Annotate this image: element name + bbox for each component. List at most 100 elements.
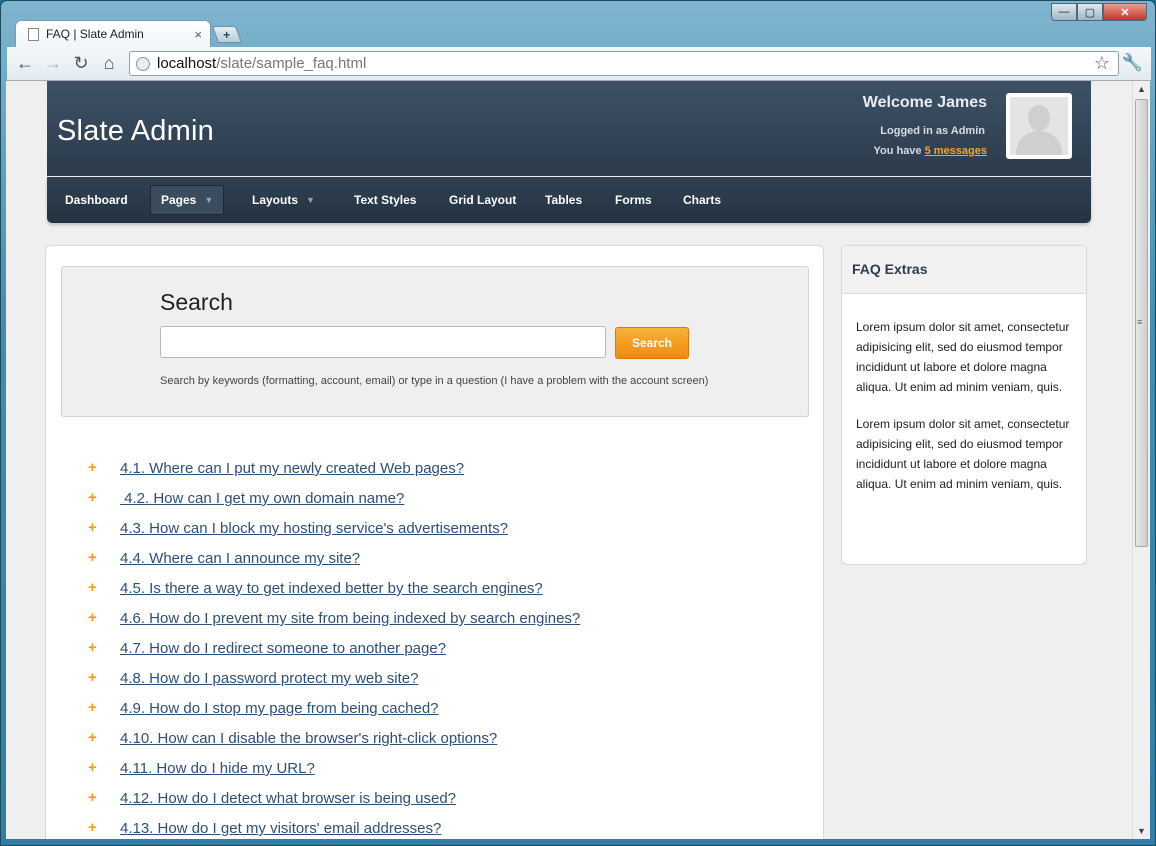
nav-layouts[interactable]: Layouts ▼ (242, 185, 325, 215)
new-tab-button[interactable]: + (211, 26, 243, 43)
list-item: +4.4. Where can I announce my site? (88, 550, 580, 580)
list-item: +4.7. How do I redirect someone to anoth… (88, 640, 580, 670)
nav-label: Layouts (252, 193, 299, 207)
main-nav: Dashboard Pages ▼ Layouts ▼ Text Styles Gr… (47, 177, 1091, 223)
plus-icon: + (88, 819, 97, 836)
plus-icon: + (88, 639, 97, 656)
browser-tab[interactable]: FAQ | Slate Admin × (15, 20, 211, 47)
sidebar-paragraph: Lorem ipsum dolor sit amet, consectetur … (856, 417, 1070, 491)
nav-charts[interactable]: Charts (673, 185, 731, 215)
list-item: +4.10. How can I disable the browser's r… (88, 730, 580, 760)
scroll-down-icon[interactable]: ▼ (1133, 823, 1150, 839)
search-button[interactable]: Search (615, 327, 689, 359)
nav-label: Charts (683, 193, 722, 207)
list-item: +4.13. How do I get my visitors' email a… (88, 820, 580, 839)
faq-link[interactable]: 4.10. How can I disable the browser's ri… (120, 730, 497, 747)
nav-label: Text Styles (354, 193, 417, 207)
nav-forms[interactable]: Forms (605, 185, 662, 215)
nav-label: Pages (161, 193, 197, 207)
nav-tables[interactable]: Tables (535, 185, 592, 215)
grip-icon: ≡ (1137, 317, 1142, 327)
nav-pages[interactable]: Pages ▼ (150, 185, 225, 215)
nav-label: Tables (545, 193, 583, 207)
chevron-down-icon: ▼ (204, 195, 214, 205)
nav-label: Forms (615, 193, 652, 207)
welcome-text: Welcome James (862, 94, 987, 111)
minimize-button[interactable]: — (1051, 3, 1077, 21)
messages-text: You have 5 messages (873, 145, 987, 157)
messages-prefix: You have (873, 145, 925, 157)
faq-link[interactable]: 4.7. How do I redirect someone to anothe… (120, 640, 446, 657)
plus-icon: + (88, 549, 97, 566)
faq-extras-panel: FAQ Extras Lorem ipsum dolor sit amet, c… (841, 245, 1087, 565)
faq-panel: Search Search Search by keywords (format… (45, 245, 824, 839)
faq-link[interactable]: 4.1. Where can I put my newly created We… (120, 460, 464, 477)
faq-link[interactable]: 4.12. How do I detect what browser is be… (120, 790, 456, 807)
sidebar-paragraph: Lorem ipsum dolor sit amet, consectetur … (856, 320, 1070, 394)
maximize-button[interactable]: ▢ (1077, 3, 1103, 21)
faq-link[interactable]: 4.6. How do I prevent my site from being… (120, 610, 580, 627)
list-item: +4.11. How do I hide my URL? (88, 760, 580, 790)
logged-in-text: Logged in as Admin (880, 125, 985, 137)
nav-dashboard[interactable]: Dashboard (55, 185, 138, 215)
faq-link[interactable]: 4.3. How can I block my hosting service'… (120, 520, 508, 537)
close-window-button[interactable]: ✕ (1103, 3, 1147, 21)
list-item: +4.3. How can I block my hosting service… (88, 520, 580, 550)
scroll-up-icon[interactable]: ▲ (1133, 81, 1150, 97)
plus-icon: + (88, 759, 97, 776)
faq-link[interactable]: 4.4. Where can I announce my site? (120, 550, 360, 567)
list-item: +4.12. How do I detect what browser is b… (88, 790, 580, 820)
search-title: Search (160, 289, 233, 315)
faq-list: +4.1. Where can I put my newly created W… (88, 460, 580, 839)
bookmark-star-icon[interactable]: ☆ (1094, 53, 1110, 74)
wrench-icon[interactable]: 🔧 (1122, 53, 1143, 73)
globe-icon (136, 56, 150, 71)
faq-link[interactable]: 4.9. How do I stop my page from being ca… (120, 700, 439, 717)
search-hint: Search by keywords (formatting, account,… (160, 375, 709, 387)
faq-link[interactable]: 4.2. How can I get my own domain name? (120, 490, 404, 507)
nav-grid-layout[interactable]: Grid Layout (439, 185, 526, 215)
search-box: Search Search Search by keywords (format… (61, 266, 809, 417)
home-icon[interactable]: ⌂ (97, 53, 121, 74)
nav-text-styles[interactable]: Text Styles (344, 185, 426, 215)
browser-toolbar: ← → ↻ ⌂ localhost/slate/sample_faq.html … (7, 47, 1151, 81)
tab-close-icon[interactable]: × (194, 27, 202, 42)
faq-link[interactable]: 4.13. How do I get my visitors' email ad… (120, 820, 441, 837)
site-header: Slate Admin Welcome James Logged in as A… (47, 81, 1091, 176)
url-host: localhost (157, 55, 217, 72)
url-path: /slate/sample_faq.html (216, 55, 367, 72)
vertical-scrollbar[interactable]: ▲ ≡ ▼ (1132, 81, 1150, 839)
reload-icon[interactable]: ↻ (69, 53, 93, 74)
site-logo[interactable]: Slate Admin (57, 115, 214, 148)
tab-title: FAQ | Slate Admin (46, 27, 144, 41)
address-bar[interactable]: localhost/slate/sample_faq.html ☆ (129, 51, 1119, 76)
plus-icon: + (88, 489, 97, 506)
forward-icon[interactable]: → (41, 53, 65, 74)
nav-label: Grid Layout (449, 193, 517, 207)
list-item: +4.5. Is there a way to get indexed bett… (88, 580, 580, 610)
window-controls: — ▢ ✕ (1051, 3, 1147, 21)
list-item: +4.6. How do I prevent my site from bein… (88, 610, 580, 640)
list-item: +4.1. Where can I put my newly created W… (88, 460, 580, 490)
faq-link[interactable]: 4.11. How do I hide my URL? (120, 760, 315, 777)
messages-link[interactable]: 5 messages (925, 145, 987, 157)
plus-icon: + (88, 579, 97, 596)
user-silhouette-icon (1010, 97, 1068, 155)
plus-icon: + (88, 729, 97, 746)
faq-link[interactable]: 4.5. Is there a way to get indexed bette… (120, 580, 543, 597)
list-item: +4.8. How do I password protect my web s… (88, 670, 580, 700)
plus-icon: + (88, 669, 97, 686)
plus-icon: + (88, 459, 97, 476)
plus-icon: + (88, 519, 97, 536)
page-icon (28, 27, 39, 41)
list-item: + 4.2. How can I get my own domain name? (88, 490, 580, 520)
nav-label: Dashboard (65, 193, 128, 207)
plus-icon: + (88, 699, 97, 716)
faq-link[interactable]: 4.8. How do I password protect my web si… (120, 670, 418, 687)
plus-icon: + (88, 789, 97, 806)
search-input[interactable] (160, 326, 606, 358)
panel-title: FAQ Extras (842, 246, 1086, 294)
back-icon[interactable]: ← (13, 53, 37, 74)
page-viewport: Slate Admin Welcome James Logged in as A… (6, 81, 1132, 839)
avatar[interactable] (1006, 93, 1072, 159)
